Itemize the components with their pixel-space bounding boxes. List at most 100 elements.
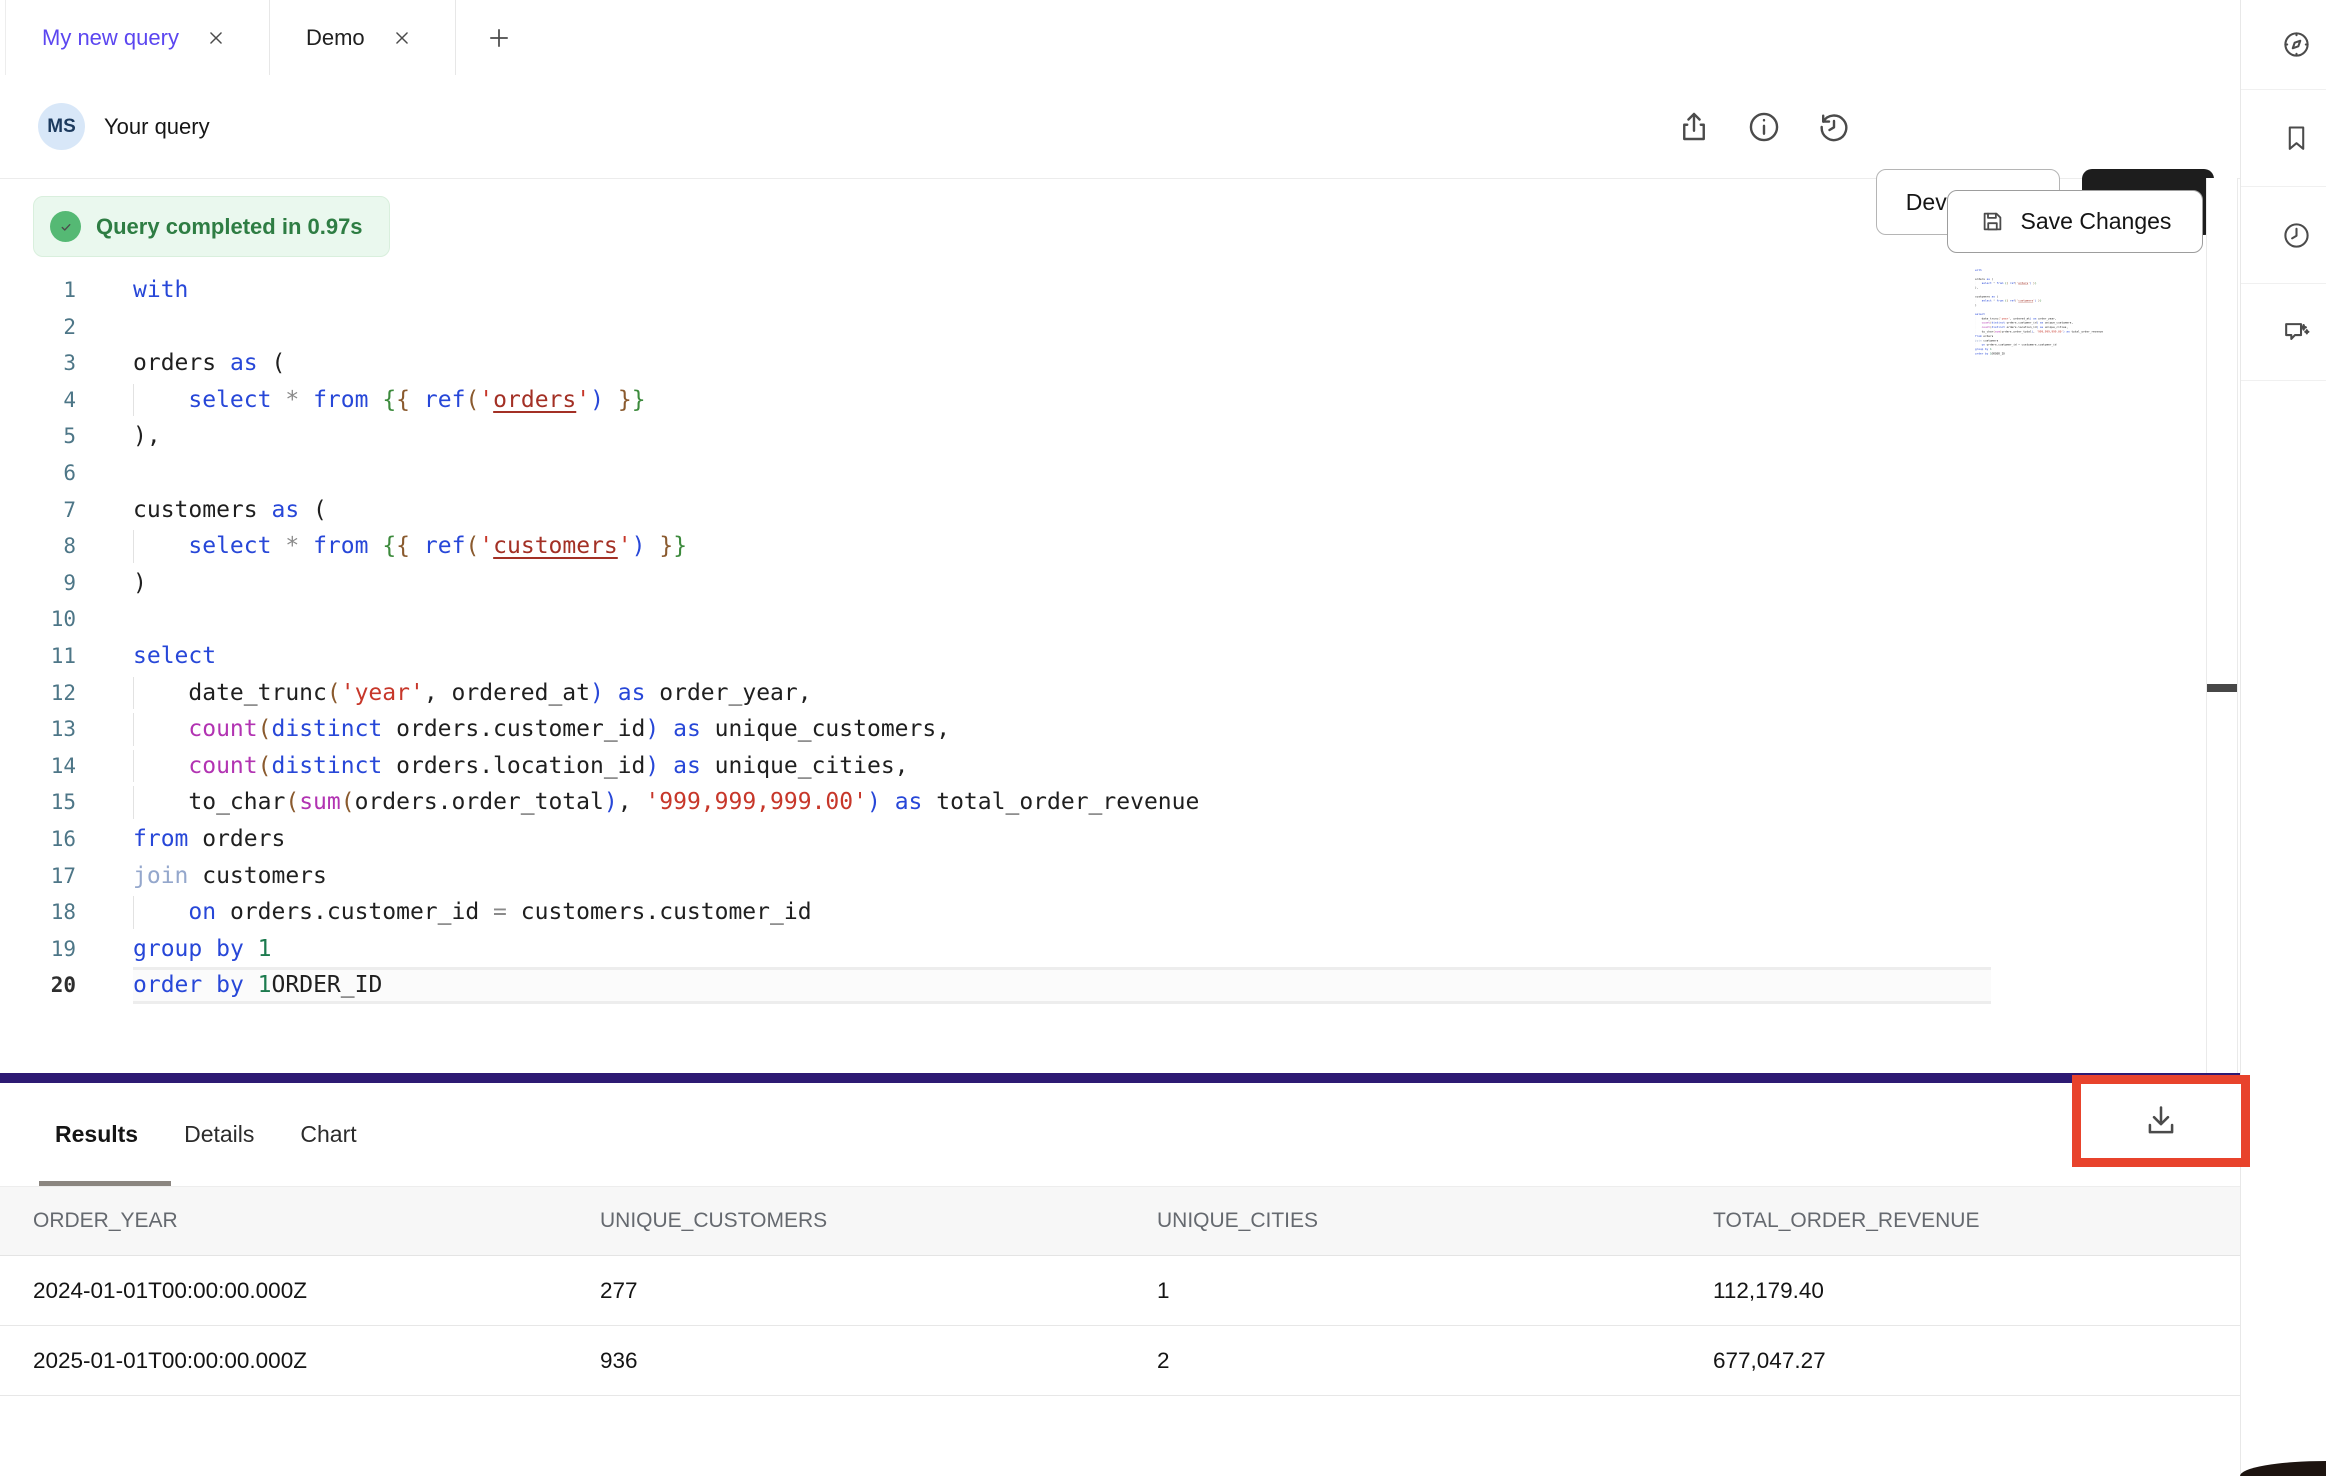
table-row: 2025-01-01T00:00:00.000Z9362677,047.27 bbox=[0, 1326, 2240, 1396]
column-header-order-year: ORDER_YEAR bbox=[33, 1209, 600, 1233]
table-cell: 2 bbox=[1157, 1348, 1713, 1374]
close-icon[interactable] bbox=[205, 27, 227, 49]
status-badge: Query completed in 0.97s bbox=[33, 196, 390, 257]
code-line-13: 13 count(distinct orders.customer_id) as… bbox=[0, 711, 2206, 748]
code-line-8: select * from {{ ref('customers') }} bbox=[1975, 299, 2009, 303]
code-line-19: 19group by 1 bbox=[0, 931, 2206, 968]
tab-label: Demo bbox=[306, 25, 365, 51]
code-line-1: 1with bbox=[0, 272, 2206, 309]
column-header-unique-customers: UNIQUE_CUSTOMERS bbox=[600, 1209, 1157, 1233]
line-number: 6 bbox=[0, 455, 76, 492]
results-panel: Results Details Chart ORDER_YEARUNIQUE_CUS… bbox=[0, 1073, 2241, 1476]
code-line-9: 9) bbox=[0, 565, 2206, 602]
line-number: 10 bbox=[0, 601, 76, 638]
download-button[interactable] bbox=[2139, 1099, 2183, 1143]
app-window: My new query Demo MS Your query Develop R… bbox=[0, 0, 2326, 1476]
code-line-18: 18 on orders.customer_id = customers.cus… bbox=[0, 894, 2206, 931]
table-cell: 1 bbox=[1157, 1278, 1713, 1304]
code-line-4: select * from {{ ref('orders') }} bbox=[1975, 281, 2009, 285]
share-icon bbox=[1676, 109, 1712, 145]
download-icon bbox=[2142, 1128, 2180, 1143]
code-line-2: 2 bbox=[0, 309, 2206, 346]
code-editor[interactable]: 1with23orders as (4 select * from {{ ref… bbox=[0, 272, 2206, 1004]
code-line-3: 3orders as ( bbox=[0, 345, 2206, 382]
results-table: 2024-01-01T00:00:00.000Z2771112,179.4020… bbox=[0, 1256, 2240, 1396]
code-line-17: 17join customers bbox=[0, 858, 2206, 895]
results-tab-details[interactable]: Details bbox=[184, 1121, 254, 1148]
table-cell: 2025-01-01T00:00:00.000Z bbox=[33, 1348, 600, 1374]
line-number: 19 bbox=[0, 931, 76, 968]
compass-icon bbox=[2281, 29, 2312, 60]
table-row: 2024-01-01T00:00:00.000Z2771112,179.40 bbox=[0, 1256, 2240, 1326]
line-number: 1 bbox=[0, 272, 76, 309]
tab-bar: My new query Demo bbox=[0, 0, 2240, 76]
line-number: 14 bbox=[0, 748, 76, 785]
line-number: 2 bbox=[0, 309, 76, 346]
code-line-8: 8 select * from {{ ref('customers') }} bbox=[0, 528, 2206, 565]
avatar: MS bbox=[38, 103, 85, 150]
line-number: 3 bbox=[0, 345, 76, 382]
results-tabs: Results Details Chart bbox=[0, 1083, 2240, 1186]
line-number: 15 bbox=[0, 784, 76, 821]
line-number: 8 bbox=[0, 528, 76, 565]
floppy-icon bbox=[1979, 208, 2006, 235]
code-line-5: 5), bbox=[0, 418, 2206, 455]
panel-divider[interactable] bbox=[0, 1073, 2240, 1083]
header-actions bbox=[1672, 75, 1856, 178]
tab-label: My new query bbox=[42, 25, 179, 51]
history-button[interactable] bbox=[1812, 105, 1856, 149]
save-changes-label: Save Changes bbox=[2021, 208, 2172, 235]
table-cell: 112,179.40 bbox=[1713, 1278, 2240, 1304]
code-line-15: 15 to_char(sum(orders.order_total), '999… bbox=[0, 784, 2206, 821]
table-cell: 2024-01-01T00:00:00.000Z bbox=[33, 1278, 600, 1304]
query-header: MS Your query Develop Run bbox=[0, 75, 2240, 179]
active-tab-underline bbox=[39, 1181, 171, 1186]
plus-icon bbox=[486, 25, 512, 51]
sidebar-compass-button[interactable] bbox=[2241, 0, 2326, 90]
code-line-7: 7customers as ( bbox=[0, 492, 2206, 529]
scrollbar-thumb[interactable] bbox=[2207, 684, 2237, 692]
info-icon bbox=[1746, 109, 1782, 145]
page-title: Your query bbox=[104, 75, 210, 178]
editor-scrollbar[interactable] bbox=[2206, 178, 2238, 1073]
code-line-12: 12 date_trunc('year', ordered_at) as ord… bbox=[0, 675, 2206, 712]
tab-demo[interactable]: Demo bbox=[270, 0, 456, 75]
line-number: 17 bbox=[0, 858, 76, 895]
tab-my-new-query[interactable]: My new query bbox=[6, 0, 270, 75]
code-line-14: 14 count(distinct orders.location_id) as… bbox=[0, 748, 2206, 785]
status-text: Query completed in 0.97s bbox=[96, 214, 363, 240]
check-icon bbox=[50, 211, 81, 242]
table-header-row: ORDER_YEARUNIQUE_CUSTOMERSUNIQUE_CITIEST… bbox=[0, 1186, 2240, 1256]
column-header-unique-cities: UNIQUE_CITIES bbox=[1157, 1209, 1713, 1233]
line-number: 18 bbox=[0, 894, 76, 931]
right-sidebar bbox=[2240, 0, 2326, 1476]
code-line-6: 6 bbox=[0, 455, 2206, 492]
code-line-11: 11select bbox=[0, 638, 2206, 675]
table-cell: 277 bbox=[600, 1278, 1157, 1304]
new-tab-button[interactable] bbox=[456, 0, 542, 75]
results-tab-chart[interactable]: Chart bbox=[300, 1121, 356, 1148]
results-tab-results[interactable]: Results bbox=[55, 1121, 138, 1148]
column-header-total-order-revenue: TOTAL_ORDER_REVENUE bbox=[1713, 1209, 2240, 1233]
info-button[interactable] bbox=[1742, 105, 1786, 149]
line-number: 12 bbox=[0, 675, 76, 712]
line-number: 9 bbox=[0, 565, 76, 602]
code-line-10: 10 bbox=[0, 601, 2206, 638]
sidebar-clock-button[interactable] bbox=[2241, 187, 2326, 284]
save-changes-button[interactable]: Save Changes bbox=[1947, 190, 2203, 253]
close-icon[interactable] bbox=[391, 27, 413, 49]
line-number: 7 bbox=[0, 492, 76, 529]
sidebar-ai-chat-button[interactable] bbox=[2241, 284, 2326, 381]
code-line-20: order by 1ORDER_ID bbox=[1975, 351, 2009, 355]
share-button[interactable] bbox=[1672, 105, 1716, 149]
bookmark-icon bbox=[2281, 123, 2312, 154]
history-icon bbox=[1816, 109, 1852, 145]
line-number: 5 bbox=[0, 418, 76, 455]
annotation-highlight-box bbox=[2072, 1075, 2250, 1167]
line-number: 13 bbox=[0, 711, 76, 748]
code-line-16: 16from orders bbox=[0, 821, 2206, 858]
code-line-4: 4 select * from {{ ref('orders') }} bbox=[0, 382, 2206, 419]
table-cell: 936 bbox=[600, 1348, 1157, 1374]
line-number: 16 bbox=[0, 821, 76, 858]
sidebar-bookmark-button[interactable] bbox=[2241, 90, 2326, 187]
